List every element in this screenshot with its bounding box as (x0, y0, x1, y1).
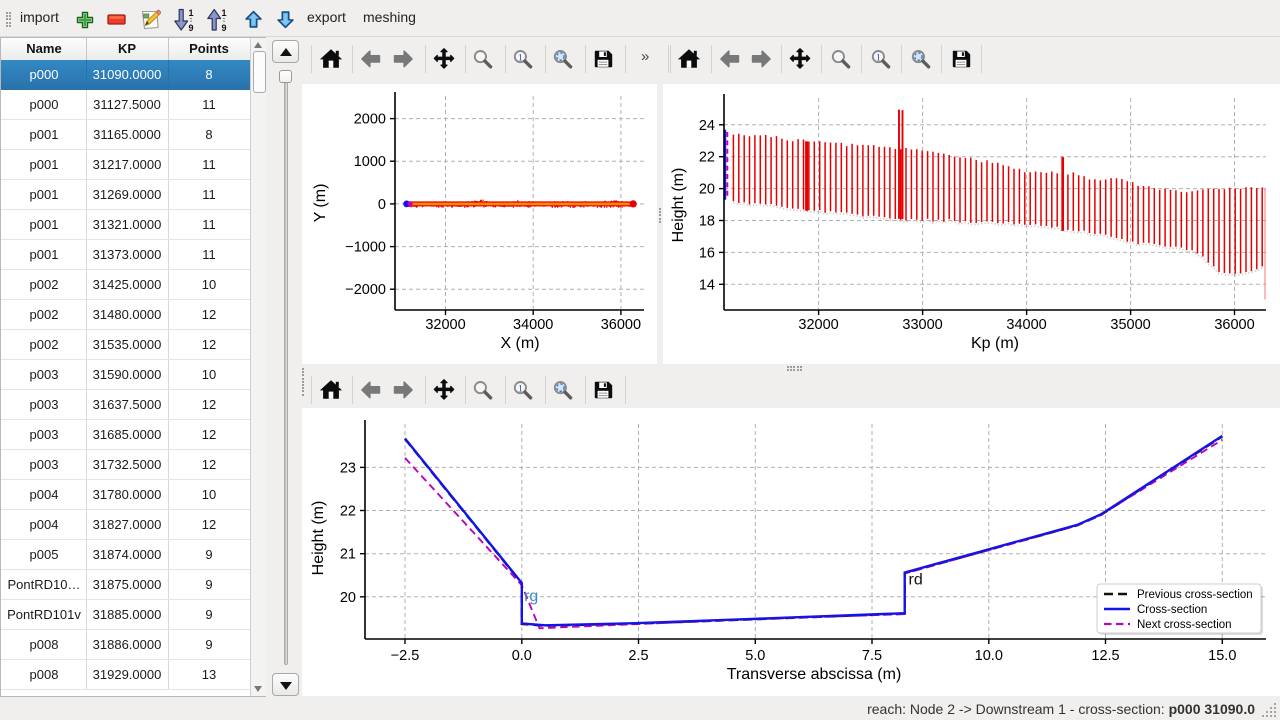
svg-text:Transverse abscissa (m): Transverse abscissa (m) (727, 666, 902, 683)
svg-text:23: 23 (340, 460, 356, 476)
svg-text:−2000: −2000 (345, 282, 386, 298)
svg-text:36000: 36000 (1214, 317, 1254, 333)
svg-text:15.0: 15.0 (1208, 648, 1236, 664)
svg-text:22: 22 (699, 150, 715, 166)
svg-text:36000: 36000 (601, 317, 641, 333)
svg-text:1: 1 (518, 384, 523, 394)
svg-text:16: 16 (699, 245, 715, 261)
svg-text:−2.5: −2.5 (391, 648, 420, 664)
svg-text:20: 20 (340, 590, 356, 606)
svg-text:−1000: −1000 (345, 240, 386, 256)
svg-text:34000: 34000 (513, 317, 553, 333)
svg-text:14: 14 (699, 277, 715, 293)
svg-text:X (m): X (m) (500, 335, 539, 352)
svg-text:0.0: 0.0 (512, 648, 532, 664)
svg-text:7.5: 7.5 (862, 648, 882, 664)
svg-text:5.0: 5.0 (745, 648, 765, 664)
svg-text:2000: 2000 (354, 112, 386, 128)
svg-text:0: 0 (378, 197, 386, 213)
svg-text:Kp (m): Kp (m) (971, 335, 1019, 352)
svg-text:1000: 1000 (354, 154, 386, 170)
svg-text:Cross-section: Cross-section (1137, 604, 1207, 616)
svg-text:21: 21 (340, 547, 356, 563)
svg-text:35000: 35000 (1110, 317, 1150, 333)
svg-text:rg: rg (524, 588, 538, 605)
svg-text:22: 22 (340, 504, 356, 520)
svg-text:1: 1 (876, 53, 881, 63)
svg-text:12.5: 12.5 (1091, 648, 1119, 664)
svg-text:20: 20 (699, 182, 715, 198)
svg-text:1: 1 (518, 53, 523, 63)
svg-text:9: 9 (221, 23, 226, 32)
svg-text:Previous cross-section: Previous cross-section (1137, 589, 1253, 601)
svg-text:34000: 34000 (1006, 317, 1046, 333)
svg-text:9: 9 (188, 23, 193, 32)
svg-text:Y (m): Y (m) (312, 184, 329, 223)
svg-text:1: 1 (188, 8, 193, 18)
svg-text:Height (m): Height (m) (670, 168, 687, 243)
svg-text:rd: rd (909, 572, 923, 589)
svg-text:33000: 33000 (902, 317, 942, 333)
svg-text:1: 1 (221, 8, 226, 18)
svg-text:32000: 32000 (798, 317, 838, 333)
svg-text:32000: 32000 (425, 317, 465, 333)
svg-text:Height (m): Height (m) (310, 501, 327, 576)
svg-text:24: 24 (699, 118, 715, 134)
svg-text:10.0: 10.0 (975, 648, 1003, 664)
svg-text:Next cross-section: Next cross-section (1137, 619, 1232, 631)
svg-text:18: 18 (699, 214, 715, 230)
svg-text:2.5: 2.5 (628, 648, 648, 664)
